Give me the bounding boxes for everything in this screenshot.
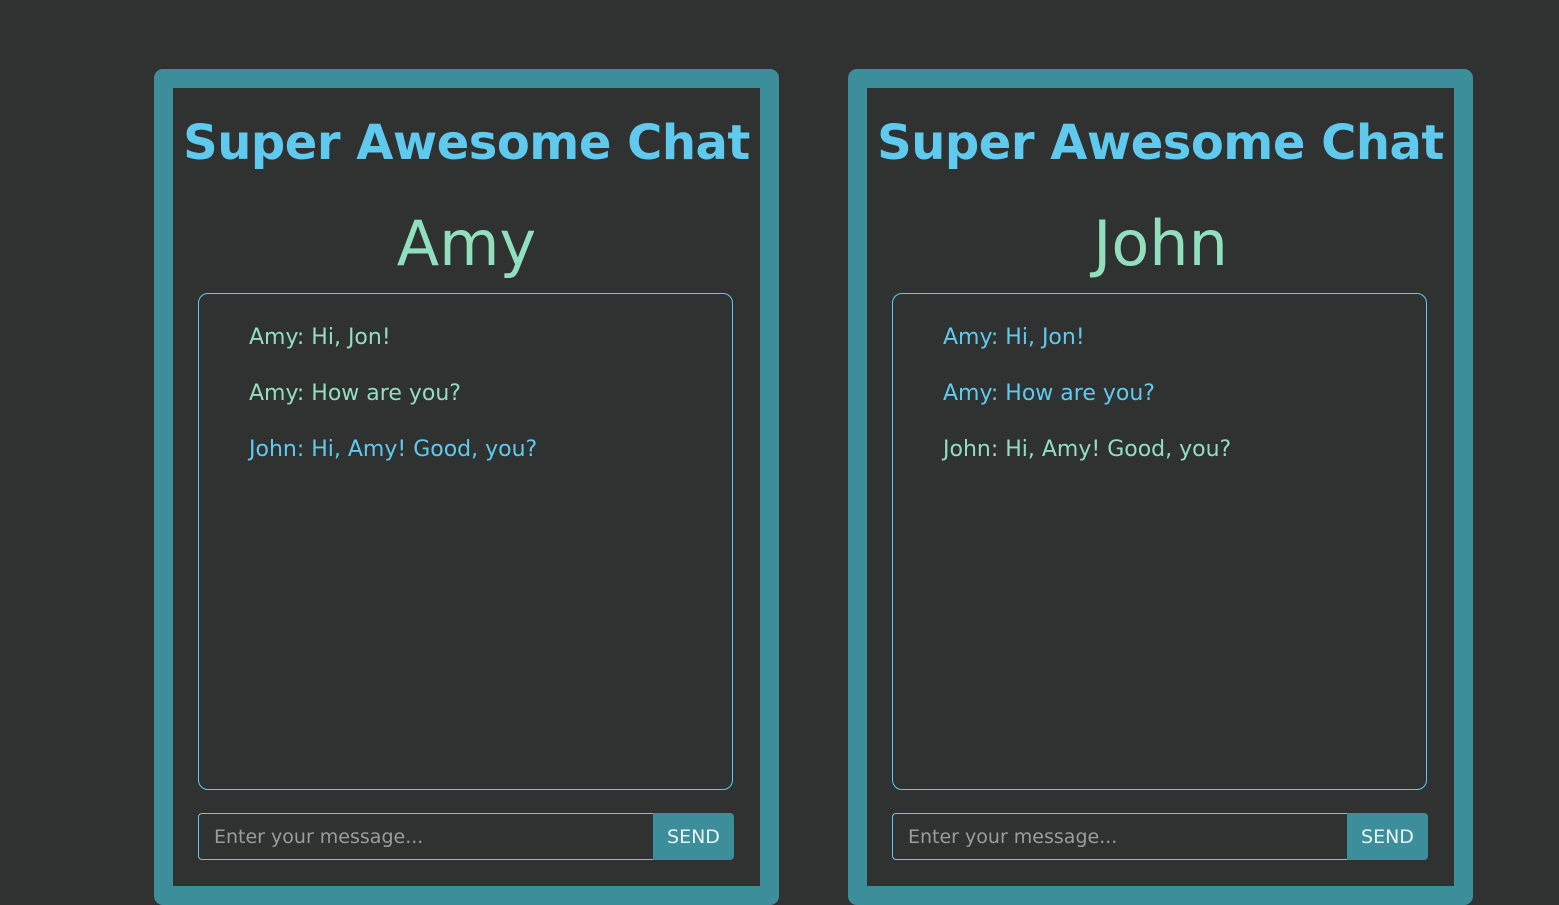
message-input-row: SEND <box>198 813 734 860</box>
message-item: Amy: Hi, Jon! <box>249 325 391 350</box>
chat-title: Super Awesome Chat <box>183 115 750 171</box>
message-item: John: Hi, Amy! Good, you? <box>249 437 538 462</box>
send-button[interactable]: SEND <box>1347 813 1428 860</box>
message-item: Amy: How are you? <box>943 381 1155 406</box>
chat-user-name: John <box>1093 207 1228 280</box>
message-input[interactable] <box>198 813 653 860</box>
message-input-row: SEND <box>892 813 1428 860</box>
chat-window-john: Super Awesome Chat John Amy: Hi, Jon! Am… <box>848 69 1473 905</box>
chat-user-name: Amy <box>396 207 537 280</box>
chat-title: Super Awesome Chat <box>877 115 1444 171</box>
message-input[interactable] <box>892 813 1347 860</box>
message-list[interactable]: Amy: Hi, Jon! Amy: How are you? John: Hi… <box>198 293 733 790</box>
message-list[interactable]: Amy: Hi, Jon! Amy: How are you? John: Hi… <box>892 293 1427 790</box>
message-item: Amy: Hi, Jon! <box>943 325 1085 350</box>
message-item: John: Hi, Amy! Good, you? <box>943 437 1232 462</box>
chat-window-amy: Super Awesome Chat Amy Amy: Hi, Jon! Amy… <box>154 69 779 905</box>
send-button[interactable]: SEND <box>653 813 734 860</box>
message-item: Amy: How are you? <box>249 381 461 406</box>
